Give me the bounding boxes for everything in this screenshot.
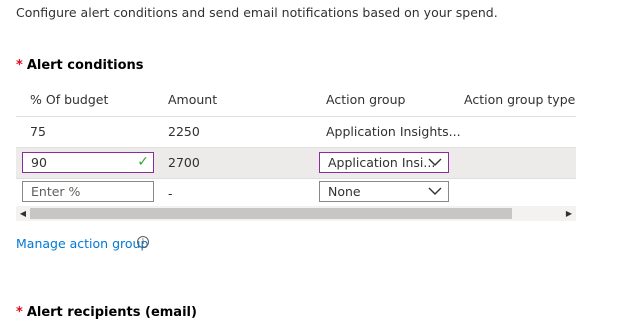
alert-recipients-title: Alert recipients (email) (26, 305, 197, 320)
percent-input[interactable]: 90 ✓ (22, 152, 154, 173)
percent-value[interactable]: 75 (30, 117, 46, 147)
alert-conditions-heading: * Alert conditions (16, 58, 144, 73)
chevron-down-icon (428, 187, 442, 195)
percent-input-placeholder: Enter % (31, 184, 81, 199)
action-group-select[interactable]: None (319, 181, 449, 202)
checkmark-icon: ✓ (137, 154, 149, 170)
table-row[interactable]: Enter % - None (16, 179, 576, 209)
required-marker: * (16, 58, 23, 73)
horizontal-scrollbar[interactable]: ◀ ▶ (16, 206, 576, 221)
info-icon[interactable]: i (137, 236, 149, 248)
table-row[interactable]: 75 2250 Application Insights... (16, 117, 576, 148)
column-header-percent[interactable]: % Of budget (30, 84, 108, 116)
column-header-amount[interactable]: Amount (168, 84, 217, 116)
action-group-select[interactable]: Application Insi... (319, 152, 449, 173)
amount-value: - (168, 186, 173, 201)
action-group-select-value: Application Insi... (328, 155, 436, 170)
percent-input-value: 90 (31, 155, 47, 170)
required-marker: * (16, 305, 23, 320)
alert-conditions-title: Alert conditions (26, 58, 144, 73)
scroll-right-arrow-icon[interactable]: ▶ (562, 206, 576, 221)
chevron-down-icon (428, 158, 442, 166)
intro-text: Configure alert conditions and send emai… (16, 5, 498, 20)
column-header-action-group[interactable]: Action group (326, 84, 405, 116)
action-group-value[interactable]: Application Insights... (326, 117, 461, 147)
scroll-left-arrow-icon[interactable]: ◀ (16, 206, 30, 221)
percent-input[interactable]: Enter % (22, 181, 154, 202)
amount-value: 2250 (168, 124, 200, 139)
table-row[interactable]: 90 ✓ 2700 Application Insi... (16, 148, 576, 179)
amount-value: 2700 (168, 155, 200, 170)
alert-recipients-heading: * Alert recipients (email) (16, 305, 197, 320)
grid-header: % Of budget Amount Action group Action g… (16, 84, 576, 117)
action-group-select-value: None (328, 184, 361, 199)
column-header-action-group-type[interactable]: Action group type (464, 84, 575, 116)
scrollbar-thumb[interactable] (30, 208, 512, 219)
manage-action-group-link[interactable]: Manage action group (16, 236, 148, 251)
alert-conditions-grid: % Of budget Amount Action group Action g… (16, 84, 576, 222)
